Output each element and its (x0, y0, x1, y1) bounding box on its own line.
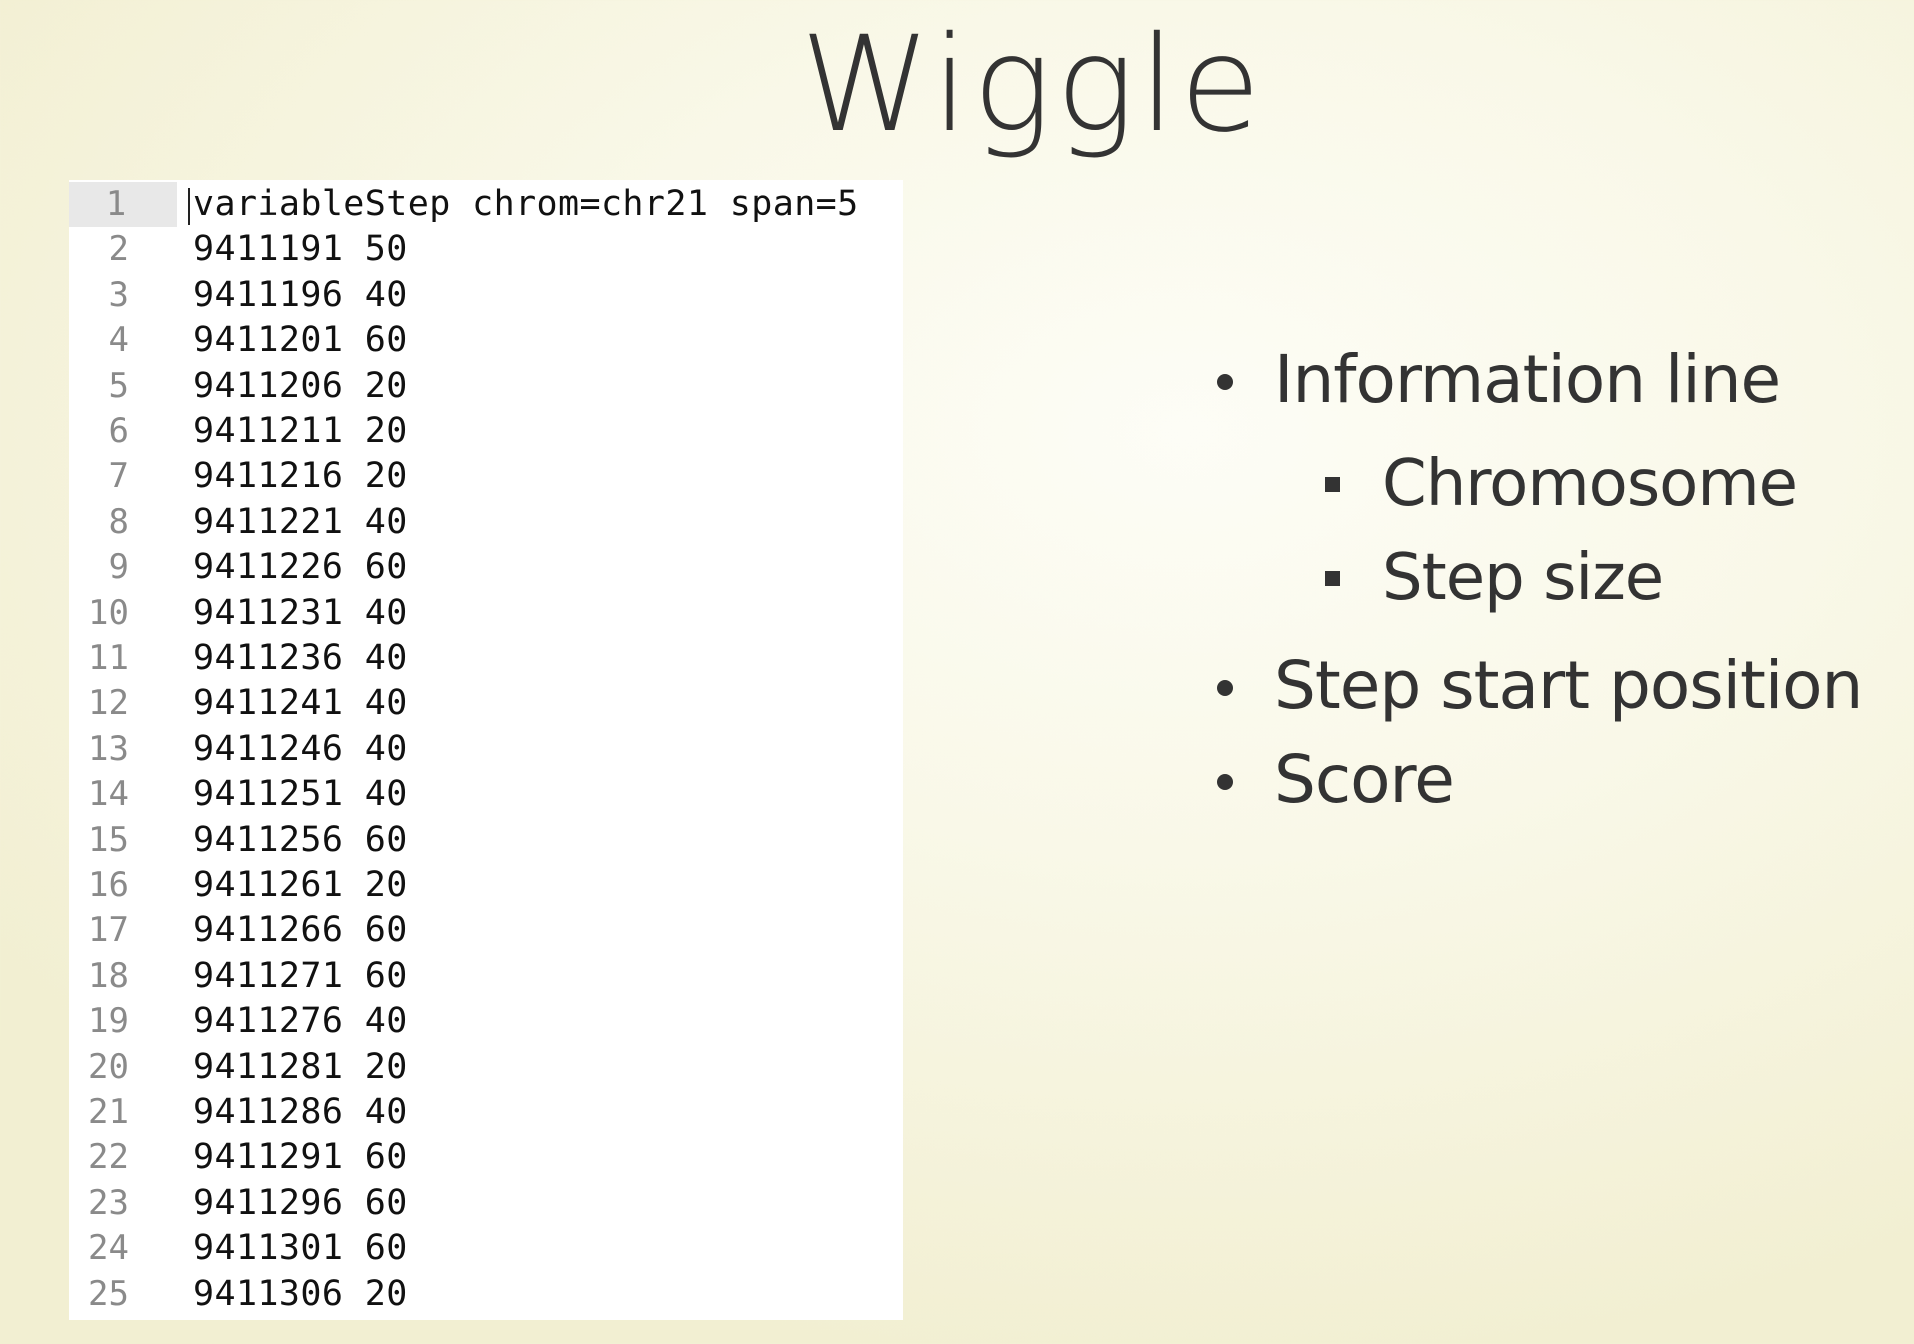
slide-title: Wiggle (800, 8, 1265, 162)
code-line[interactable]: 18 9411271 60 (69, 954, 903, 999)
line-text: 9411281 20 (193, 1046, 408, 1087)
line-text: 9411221 40 (193, 501, 408, 542)
code-line[interactable]: 11 9411236 40 (69, 636, 903, 681)
line-number: 20 (88, 1046, 129, 1087)
line-number: 7 (108, 456, 129, 497)
line-number: 3 (108, 274, 129, 315)
line-text: 9411276 40 (193, 1001, 408, 1042)
code-line[interactable]: 1 variableStep chrom=chr21 span=5 (69, 182, 903, 227)
line-number: 22 (88, 1137, 129, 1178)
bullet-dot-icon (1217, 374, 1233, 390)
bullet-label: Step start position (1274, 647, 1863, 724)
text-cursor (188, 188, 190, 225)
code-line[interactable]: 19 9411276 40 (69, 999, 903, 1044)
line-text: 9411201 60 (193, 320, 408, 361)
bullet-dot-icon (1217, 774, 1233, 790)
line-number: 9 (108, 547, 129, 588)
line-text: 9411301 60 (193, 1228, 408, 1269)
line-number: 8 (108, 501, 129, 542)
line-number: 16 (88, 865, 129, 905)
line-number: 5 (108, 365, 129, 406)
line-number: 2 (108, 229, 129, 270)
bullet-square-icon (1325, 477, 1340, 492)
line-text: 9411196 40 (193, 274, 408, 315)
code-line[interactable]: 8 9411221 40 (69, 500, 903, 545)
code-line[interactable]: 5 9411206 20 (69, 364, 903, 409)
line-text: 9411286 40 (193, 1092, 408, 1132)
line-text: 9411211 20 (193, 411, 408, 451)
code-line[interactable]: 10 9411231 40 (69, 591, 903, 636)
line-number: 10 (88, 592, 129, 633)
sub-bullet-item-chromosome: Chromosome (1200, 438, 1914, 530)
line-number: 17 (88, 910, 129, 951)
line-text: 9411246 40 (193, 728, 408, 769)
line-number: 23 (88, 1182, 129, 1223)
line-number: 24 (88, 1228, 129, 1269)
line-text: 9411231 40 (193, 592, 408, 633)
line-text: 9411251 40 (193, 774, 408, 815)
code-line[interactable]: 7 9411216 20 (69, 454, 903, 499)
code-line[interactable]: 21 9411286 40 (69, 1090, 903, 1135)
line-text: 9411291 60 (193, 1137, 408, 1178)
line-number: 1 (105, 184, 127, 224)
code-line[interactable]: 3 9411196 40 (69, 273, 903, 318)
line-text: variableStep chrom=chr21 span=5 (193, 184, 859, 224)
line-number: 25 (88, 1273, 129, 1314)
code-line[interactable]: 4 9411201 60 (69, 318, 903, 363)
code-line[interactable]: 25 9411306 20 (69, 1272, 903, 1317)
line-text: 9411226 60 (193, 547, 408, 588)
line-text: 9411296 60 (193, 1182, 408, 1223)
line-text: 9411261 20 (193, 865, 408, 905)
line-number: 12 (88, 683, 129, 724)
code-line[interactable]: 2 9411191 50 (69, 227, 903, 272)
line-number: 6 (108, 411, 129, 451)
line-text: 9411216 20 (193, 456, 408, 497)
code-line[interactable]: 24 9411301 60 (69, 1226, 903, 1271)
code-line[interactable]: 12 9411241 40 (69, 681, 903, 726)
code-line[interactable]: 23 9411296 60 (69, 1181, 903, 1226)
line-number: 18 (88, 955, 129, 996)
code-line[interactable]: 16 9411261 20 (69, 863, 903, 908)
code-editor[interactable]: 1 variableStep chrom=chr21 span=5 2 9411191… (69, 180, 903, 1320)
sub-bullet-label: Step size (1382, 541, 1664, 615)
bullet-item-information-line: Information line (1200, 330, 1914, 430)
bullet-label: Score (1274, 741, 1455, 818)
line-number: 14 (88, 774, 129, 815)
line-number: 13 (88, 728, 129, 769)
sub-bullet-item-step-size: Step size (1200, 532, 1914, 624)
code-line[interactable]: 17 9411266 60 (69, 908, 903, 953)
code-line[interactable]: 20 9411281 20 (69, 1045, 903, 1090)
line-text: 9411271 60 (193, 955, 408, 996)
line-number: 15 (88, 819, 129, 860)
bullet-list: Information line Chromosome Step size St… (1200, 330, 1914, 830)
line-text: 9411256 60 (193, 819, 408, 860)
sub-bullet-label: Chromosome (1382, 447, 1798, 521)
line-number: 4 (108, 320, 129, 361)
code-line[interactable]: 22 9411291 60 (69, 1135, 903, 1180)
line-text: 9411191 50 (193, 229, 408, 270)
bullet-dot-icon (1217, 680, 1233, 696)
bullet-item-score: Score (1200, 730, 1914, 830)
bullet-label: Information line (1274, 341, 1781, 418)
line-text: 9411206 20 (193, 365, 408, 406)
line-number: 19 (88, 1001, 129, 1042)
line-text: 9411306 20 (193, 1273, 408, 1314)
line-text: 9411266 60 (193, 910, 408, 951)
line-text: 9411241 40 (193, 683, 408, 724)
bullet-item-step-start-position: Step start position (1200, 636, 1914, 736)
line-number: 11 (88, 638, 129, 678)
code-line[interactable]: 9 9411226 60 (69, 545, 903, 590)
bullet-square-icon (1325, 571, 1340, 586)
line-text: 9411236 40 (193, 638, 408, 678)
code-line[interactable]: 15 9411256 60 (69, 818, 903, 863)
code-line[interactable]: 14 9411251 40 (69, 772, 903, 817)
code-line[interactable]: 13 9411246 40 (69, 727, 903, 772)
code-line[interactable]: 6 9411211 20 (69, 409, 903, 454)
line-number: 21 (88, 1092, 129, 1132)
